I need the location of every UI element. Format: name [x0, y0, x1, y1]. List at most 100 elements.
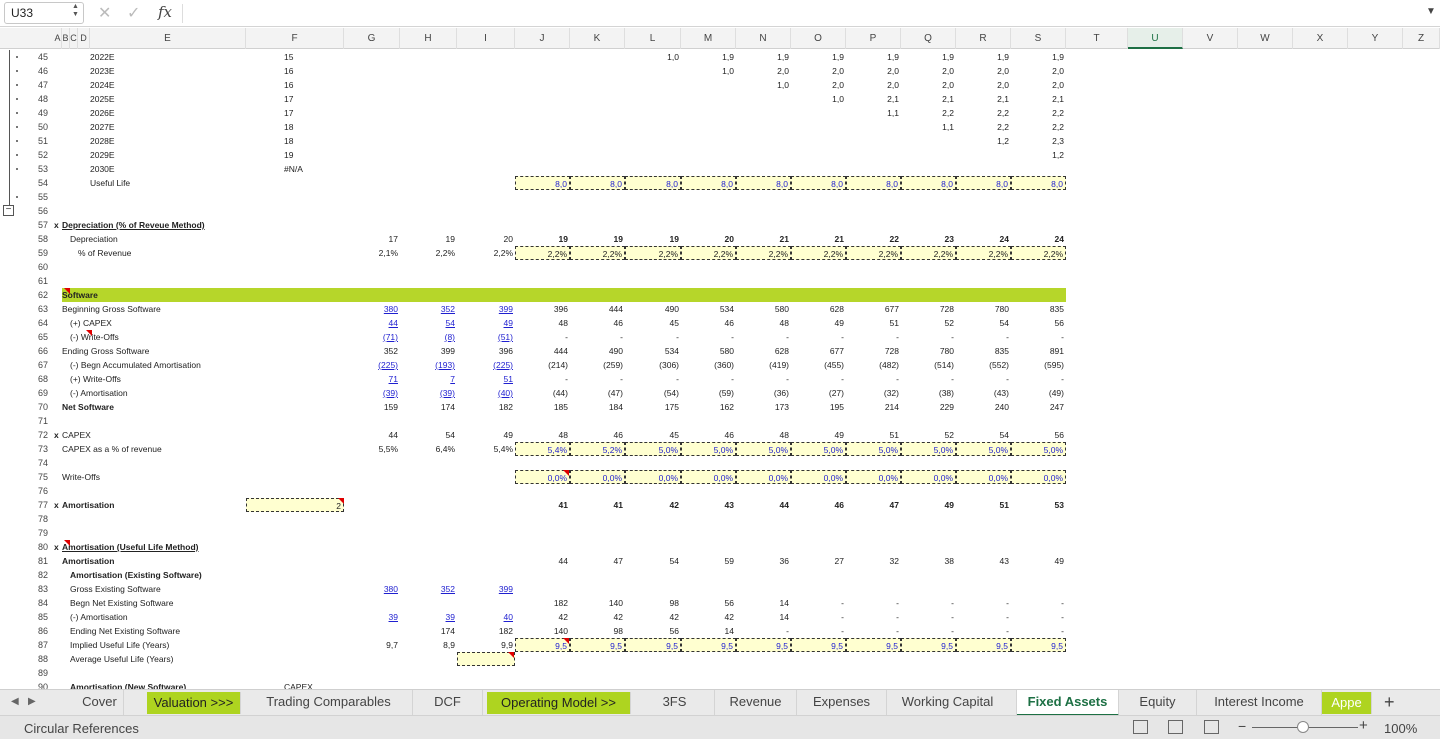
cell-r85[interactable]: - [956, 610, 1011, 624]
cell-k87[interactable]: 9,5 [570, 638, 625, 652]
cell-n73[interactable]: 5,0% [736, 442, 791, 456]
cell-j85[interactable]: 42 [515, 610, 570, 624]
cell-k77[interactable]: 41 [570, 498, 625, 512]
cell-n65[interactable]: - [736, 330, 791, 344]
cell-m67[interactable]: (360) [681, 358, 736, 372]
cell-r67[interactable]: (552) [956, 358, 1011, 372]
cell-n64[interactable]: 48 [736, 316, 791, 330]
cell-m81[interactable]: 59 [681, 554, 736, 568]
cell-k81[interactable]: 47 [570, 554, 625, 568]
row-number[interactable]: 75 [28, 470, 52, 484]
comment-indicator-icon[interactable] [86, 330, 92, 336]
cell-h87[interactable]: 8,9 [400, 638, 457, 652]
cell-l73[interactable]: 5,0% [625, 442, 681, 456]
cell-q77[interactable]: 49 [901, 498, 956, 512]
cell-j58[interactable]: 19 [515, 232, 570, 246]
row-number[interactable]: 59 [28, 246, 52, 260]
sheet-tab-revenue[interactable]: Revenue [715, 690, 797, 716]
cell-r84[interactable]: - [956, 596, 1011, 610]
cell-f46[interactable]: 16 [246, 64, 344, 78]
cancel-icon[interactable]: ✕ [98, 3, 111, 23]
cell-c64[interactable]: (+) CAPEX [70, 316, 246, 330]
cell-k85[interactable]: 42 [570, 610, 625, 624]
cell-n85[interactable]: 14 [736, 610, 791, 624]
cell-h70[interactable]: 174 [400, 400, 457, 414]
cell-r46[interactable]: 2,0 [956, 64, 1011, 78]
cell-e47[interactable]: 2024E [90, 78, 246, 92]
cell-b77[interactable]: Amortisation [62, 498, 246, 512]
cell-l68[interactable]: - [625, 372, 681, 386]
page-break-view-icon[interactable] [1204, 720, 1219, 734]
cell-b70[interactable]: Net Software [62, 400, 246, 414]
cell-r68[interactable]: - [956, 372, 1011, 386]
cell-j72[interactable]: 48 [515, 428, 570, 442]
cell-m59[interactable]: 2,2% [681, 246, 736, 260]
cell-b73[interactable]: CAPEX as a % of revenue [62, 442, 246, 456]
cell-n70[interactable]: 173 [736, 400, 791, 414]
cell-n47[interactable]: 1,0 [736, 78, 791, 92]
row-number[interactable]: 51 [28, 134, 52, 148]
name-box-stepper-icon[interactable]: ▲ ▼ [72, 3, 79, 19]
cell-f47[interactable]: 16 [246, 78, 344, 92]
cell-h72[interactable]: 54 [400, 428, 457, 442]
cell-j77[interactable]: 41 [515, 498, 570, 512]
column-header-f[interactable]: F [246, 28, 344, 49]
zoom-in-icon[interactable]: + [1359, 717, 1368, 734]
row-number[interactable]: 72 [28, 428, 52, 442]
cell-p64[interactable]: 51 [846, 316, 901, 330]
add-sheet-button[interactable]: + [1384, 690, 1395, 714]
cell-n54[interactable]: 8,0 [736, 176, 791, 190]
cell-m87[interactable]: 9,5 [681, 638, 736, 652]
column-header-h[interactable]: H [400, 28, 457, 49]
row-number[interactable]: 48 [28, 92, 52, 106]
cell-s51[interactable]: 2,3 [1011, 134, 1066, 148]
sheet-tab-working-capital[interactable]: Working Capital [879, 690, 1017, 716]
cell-h67[interactable]: (193) [400, 358, 457, 372]
column-header-o[interactable]: O [791, 28, 846, 49]
column-header-k[interactable]: K [570, 28, 625, 49]
cell-j70[interactable]: 185 [515, 400, 570, 414]
cell-m58[interactable]: 20 [681, 232, 736, 246]
cell-m64[interactable]: 46 [681, 316, 736, 330]
cell-p84[interactable]: - [846, 596, 901, 610]
cell-k54[interactable]: 8,0 [570, 176, 625, 190]
cell-s73[interactable]: 5,0% [1011, 442, 1066, 456]
row-number[interactable]: 86 [28, 624, 52, 638]
cell-j54[interactable]: 8,0 [515, 176, 570, 190]
cell-s69[interactable]: (49) [1011, 386, 1066, 400]
comment-indicator-icon[interactable] [508, 652, 514, 658]
expand-formula-bar-icon[interactable]: ▼ [1426, 6, 1436, 17]
row-number[interactable]: 84 [28, 596, 52, 610]
sheet-tab-appe[interactable]: Appe [1322, 692, 1372, 714]
cell-q68[interactable]: - [901, 372, 956, 386]
comment-indicator-icon[interactable] [338, 498, 344, 504]
cell-q47[interactable]: 2,0 [901, 78, 956, 92]
cell-r50[interactable]: 2,2 [956, 120, 1011, 134]
cell-j68[interactable]: - [515, 372, 570, 386]
cell-m45[interactable]: 1,9 [681, 50, 736, 64]
cell-q67[interactable]: (514) [901, 358, 956, 372]
cell-m46[interactable]: 1,0 [681, 64, 736, 78]
cell-j81[interactable]: 44 [515, 554, 570, 568]
cell-s67[interactable]: (595) [1011, 358, 1066, 372]
cell-g85[interactable]: 39 [344, 610, 400, 624]
column-header-e[interactable]: E [90, 28, 246, 49]
cell-i85[interactable]: 40 [457, 610, 515, 624]
cell-k73[interactable]: 5,2% [570, 442, 625, 456]
cell-j66[interactable]: 444 [515, 344, 570, 358]
cell-i83[interactable]: 399 [457, 582, 515, 596]
cell-f50[interactable]: 18 [246, 120, 344, 134]
cell-r51[interactable]: 1,2 [956, 134, 1011, 148]
cell-o46[interactable]: 2,0 [791, 64, 846, 78]
cell-q86[interactable]: - [901, 624, 956, 638]
cell-h68[interactable]: 7 [400, 372, 457, 386]
cell-g83[interactable]: 380 [344, 582, 400, 596]
cell-b72[interactable]: CAPEX [62, 428, 246, 442]
cell-l85[interactable]: 42 [625, 610, 681, 624]
cell-b75[interactable]: Write-Offs [62, 470, 246, 484]
cell-j65[interactable]: - [515, 330, 570, 344]
cell-r58[interactable]: 24 [956, 232, 1011, 246]
row-number[interactable]: 83 [28, 582, 52, 596]
row-number[interactable]: 63 [28, 302, 52, 316]
column-header-u[interactable]: U [1128, 28, 1183, 49]
